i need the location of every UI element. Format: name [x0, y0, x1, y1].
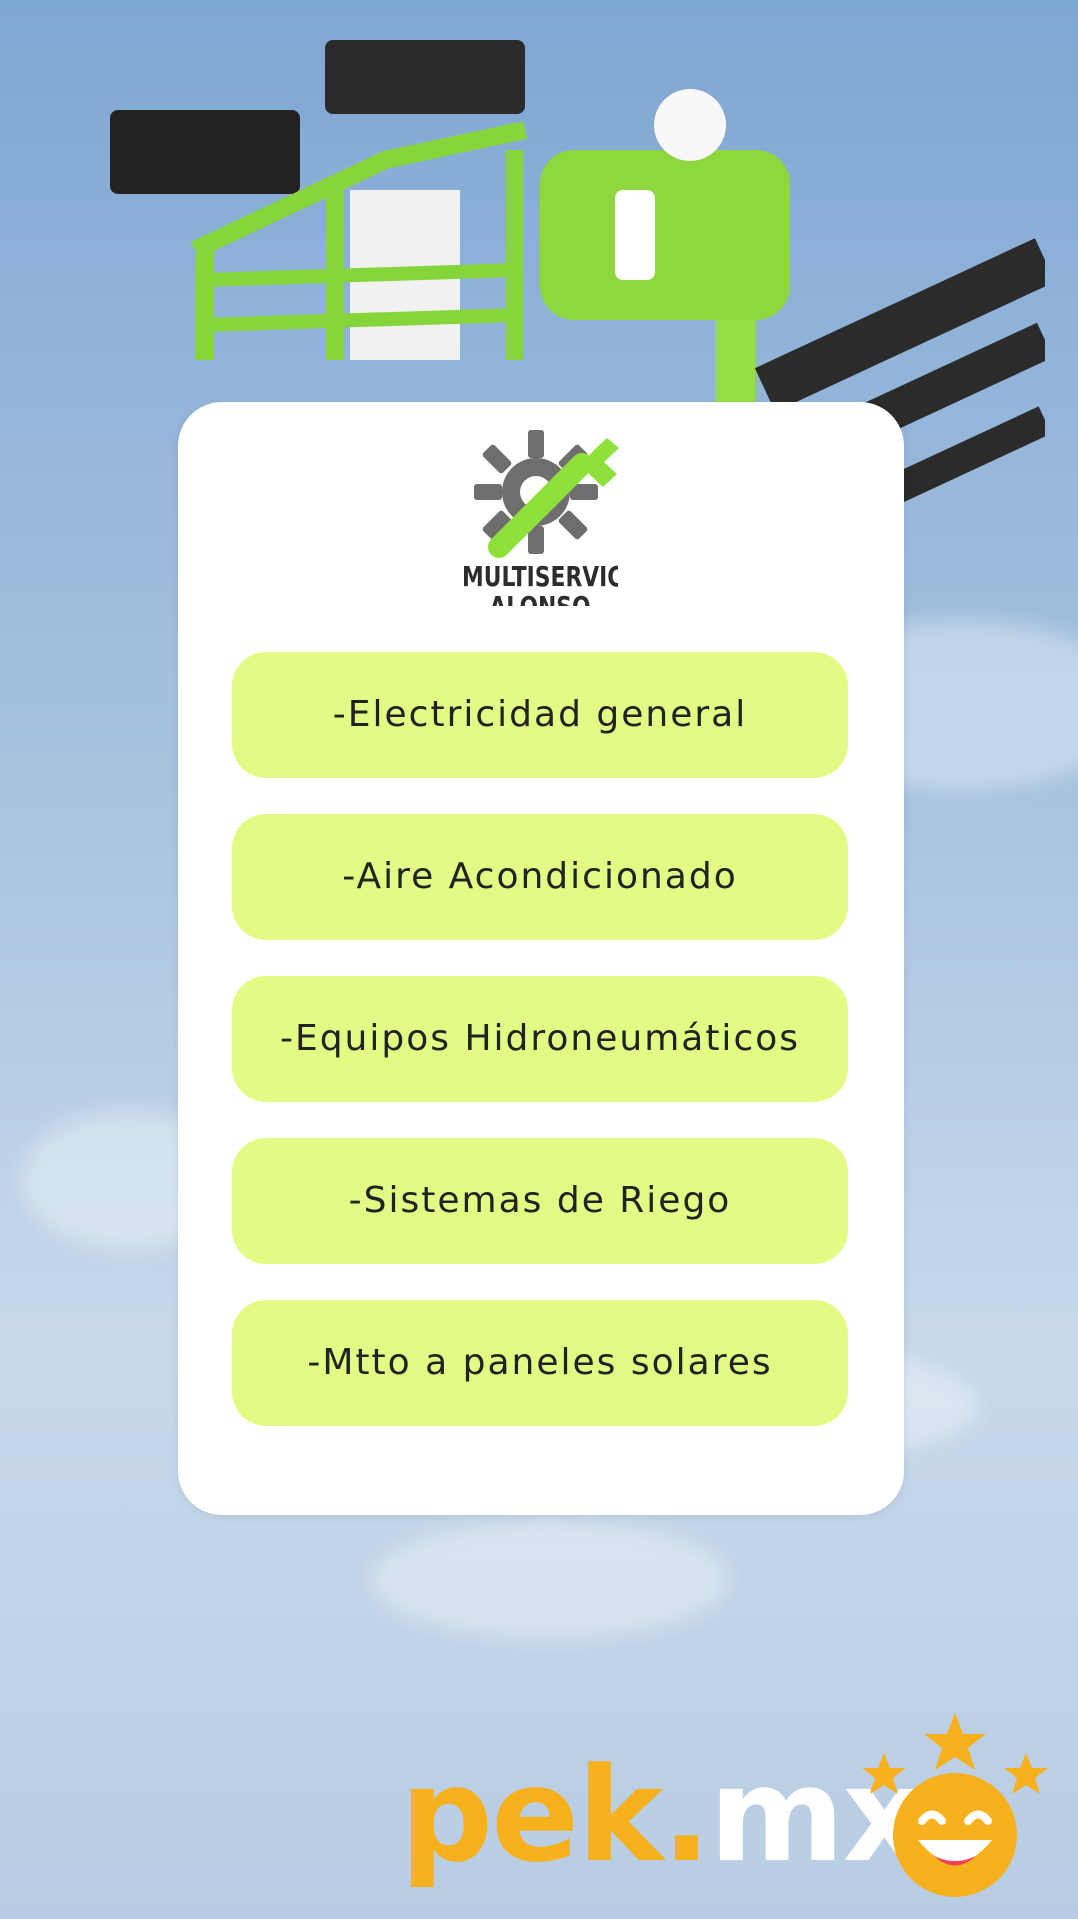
brand-name: MULTISERVICIOS ALONSO: [462, 562, 618, 606]
gear-wrench-icon: [474, 430, 619, 558]
smiley-stars-icon: [862, 1713, 1048, 1897]
services-list: -Electricidad general -Aire Acondicionad…: [232, 652, 848, 1462]
service-item: -Equipos Hidroneumáticos: [232, 976, 848, 1102]
watermark-text: pek.mx: [400, 1750, 926, 1880]
service-item: -Sistemas de Riego: [232, 1138, 848, 1264]
cloud: [370, 1520, 730, 1640]
service-item: -Aire Acondicionado: [232, 814, 848, 940]
watermark-dot: .: [661, 1739, 711, 1891]
brand-logo: MULTISERVICIOS ALONSO: [440, 424, 640, 614]
service-item: -Mtto a paneles solares: [232, 1300, 848, 1426]
watermark-pek: pek: [400, 1739, 664, 1891]
service-item: -Electricidad general: [232, 652, 848, 778]
pek-mx-watermark: pek.mx: [400, 1710, 1050, 1905]
